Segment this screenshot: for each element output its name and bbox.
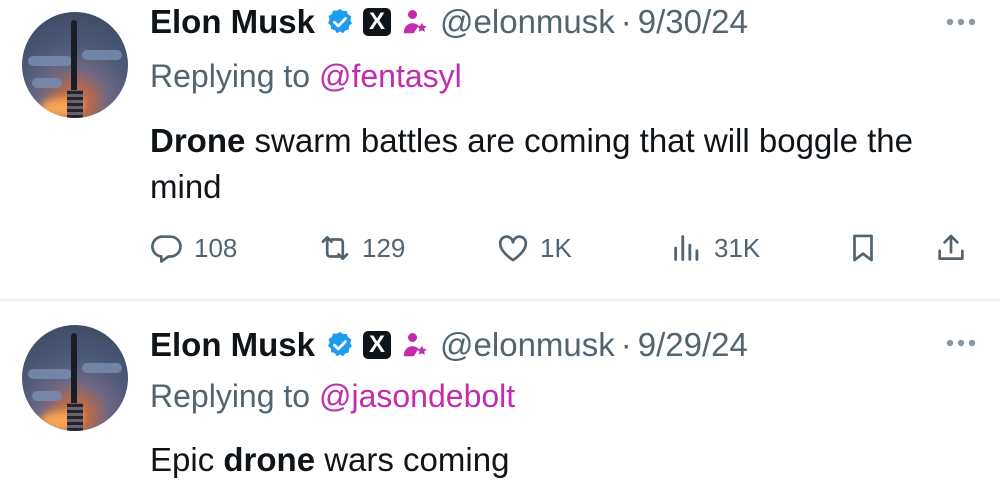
x-badge-icon: X bbox=[363, 8, 392, 36]
tweet-header: Elon Musk X @elonmusk · 9/29/24 bbox=[150, 325, 748, 365]
affiliate-icon bbox=[403, 333, 427, 357]
views-button[interactable]: 31K bbox=[670, 228, 760, 268]
tweet-text-rest: swarm battles are coming that will boggl… bbox=[150, 122, 913, 205]
replying-label: Replying to bbox=[150, 58, 319, 94]
reply-icon bbox=[151, 235, 182, 263]
tweet-date[interactable]: 9/29/24 bbox=[638, 326, 748, 364]
bookmark-button[interactable] bbox=[846, 228, 880, 268]
mention-link[interactable]: @jasondebolt bbox=[319, 378, 515, 414]
tweet-text-pre: Epic bbox=[150, 441, 224, 478]
replying-to: Replying to @jasondebolt bbox=[150, 378, 515, 415]
avatar[interactable] bbox=[22, 325, 128, 431]
views-icon bbox=[674, 235, 699, 261]
replying-label: Replying to bbox=[150, 378, 319, 414]
author-handle[interactable]: @elonmusk bbox=[440, 326, 615, 364]
tweet-text: Drone swarm battles are coming that will… bbox=[150, 118, 970, 210]
verified-icon bbox=[328, 8, 352, 34]
tweet-header: Elon Musk X @elonmusk · 9/30/24 bbox=[150, 2, 748, 42]
more-icon[interactable] bbox=[942, 12, 980, 32]
repost-button[interactable]: 129 bbox=[318, 228, 405, 268]
x-badge-icon: X bbox=[363, 331, 392, 359]
verified-icon bbox=[328, 331, 352, 357]
reply-count: 108 bbox=[194, 232, 238, 263]
reply-button[interactable]: 108 bbox=[150, 228, 237, 268]
avatar[interactable] bbox=[22, 12, 128, 118]
author-name[interactable]: Elon Musk bbox=[150, 326, 315, 364]
share-button[interactable] bbox=[934, 228, 968, 268]
views-count: 31K bbox=[714, 232, 761, 263]
mention-link[interactable]: @fentasyl bbox=[319, 58, 462, 94]
more-icon[interactable] bbox=[942, 333, 980, 353]
separator: · bbox=[620, 326, 632, 363]
like-icon bbox=[498, 235, 528, 262]
repost-icon bbox=[321, 236, 349, 260]
tweet-text-bold: drone bbox=[223, 441, 316, 478]
affiliate-icon bbox=[403, 10, 427, 34]
tweet-text: Epic drone wars coming bbox=[150, 437, 970, 483]
share-icon bbox=[938, 234, 964, 260]
like-count: 1K bbox=[540, 232, 572, 263]
separator: · bbox=[620, 3, 632, 40]
tweet-date[interactable]: 9/30/24 bbox=[638, 3, 748, 41]
tweet-text-bold: Drone bbox=[150, 122, 246, 159]
author-handle[interactable]: @elonmusk bbox=[440, 3, 615, 41]
author-name[interactable]: Elon Musk bbox=[150, 3, 315, 41]
action-bar: 108 129 1K 31K bbox=[0, 228, 1000, 268]
bookmark-icon bbox=[853, 234, 873, 262]
replying-to: Replying to @fentasyl bbox=[150, 58, 462, 95]
tweet-text-post: wars coming bbox=[315, 441, 510, 478]
repost-count: 129 bbox=[362, 232, 406, 263]
like-button[interactable]: 1K bbox=[496, 228, 572, 268]
